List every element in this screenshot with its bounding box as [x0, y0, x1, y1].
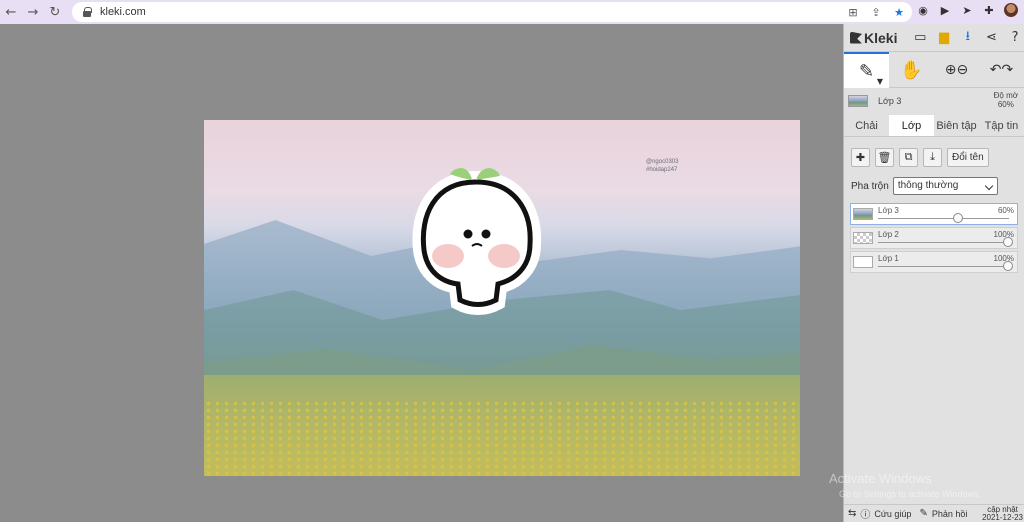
- opacity-slider-track[interactable]: [878, 266, 1009, 267]
- address-bar[interactable]: kleki.com ⊞ ⇪ ★: [72, 2, 912, 22]
- brush-icon: ✎: [858, 60, 875, 82]
- layer-item-3[interactable]: Lớp 3 60%: [850, 203, 1018, 225]
- tab-brush[interactable]: Chải: [844, 115, 889, 136]
- swap-side-icon[interactable]: ⇆: [848, 508, 856, 519]
- layer-opacity: 60%: [997, 206, 1014, 215]
- layer-list: Lớp 3 60% Lớp 2 100% Lớp 1 100%: [844, 203, 1024, 273]
- share-icon[interactable]: ⋖: [983, 29, 1001, 47]
- opacity-slider-track[interactable]: [878, 242, 1009, 243]
- back-icon[interactable]: ←: [0, 0, 22, 24]
- translate-icon[interactable]: ⊞: [846, 5, 860, 19]
- feedback-link[interactable]: Phản hồi: [932, 509, 968, 519]
- panel-footer: ⇆ ⓘ Cứu giúp ✎ Phản hồi cập nhật 2021-12…: [844, 504, 1024, 522]
- extension-cookie-icon[interactable]: ◉: [916, 3, 930, 17]
- duplicate-layer-button[interactable]: ⧉: [899, 147, 918, 167]
- opacity-value: 60%: [997, 100, 1014, 109]
- kleki-logo-icon: [850, 31, 862, 44]
- zoom-tools[interactable]: ⊕⊖: [934, 52, 979, 88]
- layer-name: Lớp 2: [878, 230, 899, 239]
- update-info[interactable]: cập nhật 2021-12-23: [982, 506, 1023, 522]
- browser-toolbar: ← → ↻ kleki.com ⊞ ⇪ ★ ◉ ▶ ➤ ✚ ⋮: [0, 0, 1024, 24]
- windows-activation-title: Activate Windows: [829, 471, 932, 486]
- kleki-logo: Kleki: [850, 30, 897, 46]
- canvas-watermark: @ngoc0303 #hoidap247: [646, 158, 678, 174]
- extension-cursor-icon[interactable]: ➤: [960, 3, 974, 17]
- undo-redo-tools[interactable]: ↶↷: [979, 52, 1024, 88]
- opacity-slider-handle[interactable]: [1003, 261, 1013, 271]
- drawing-canvas[interactable]: @ngoc0303 #hoidap247: [204, 120, 800, 476]
- layer-name: Lớp 3: [878, 206, 899, 215]
- tab-edit[interactable]: Biên tập: [934, 115, 979, 136]
- opacity-label: Độ mờ: [993, 91, 1018, 100]
- share-icon[interactable]: ⇪: [869, 5, 883, 19]
- opacity-slider-handle[interactable]: [1003, 237, 1013, 247]
- bookmark-star-icon[interactable]: ★: [892, 5, 906, 19]
- lock-icon: [82, 7, 92, 17]
- watermark-line-2: #hoidap247: [646, 167, 678, 173]
- update-date: 2021-12-23: [982, 513, 1023, 522]
- brush-tool[interactable]: ✎ ▼: [844, 52, 889, 88]
- forward-icon[interactable]: →: [22, 0, 44, 24]
- url-text: kleki.com: [100, 6, 146, 18]
- layer-thumbnail: [853, 256, 873, 268]
- blend-mode-label: Pha trộn: [851, 180, 889, 192]
- tab-layers[interactable]: Lớp: [889, 115, 934, 136]
- help-icon[interactable]: ?: [1006, 29, 1024, 47]
- undo-redo-icon: ↶↷: [989, 62, 1014, 78]
- hand-icon: ✋: [900, 59, 923, 81]
- new-image-icon[interactable]: ▭: [911, 29, 929, 47]
- layer-actions: ✚ 🗑 ⧉ ⤓ Đổi tên: [844, 139, 1024, 175]
- kleki-side-panel: Kleki ▭ ▆ ⭳ ⋖ ? ✎ ▼ ✋ ⊕⊖ ↶↷ Lớp 3 Độ mờ …: [843, 24, 1024, 522]
- help-circle-icon[interactable]: ⓘ: [860, 506, 870, 521]
- flower-field: [204, 400, 800, 476]
- panel-tabs: Chải Lớp Biên tập Tập tin: [844, 115, 1024, 137]
- extensions-puzzle-icon[interactable]: ✚: [982, 3, 996, 17]
- layer-name: Lớp 1: [878, 254, 899, 263]
- sprout-character-sticker: [412, 168, 542, 315]
- download-icon[interactable]: ⭳: [959, 29, 977, 47]
- layer-thumbnail: [853, 208, 873, 220]
- watermark-line-1: @ngoc0303: [646, 159, 679, 165]
- opacity-slider-track[interactable]: [878, 218, 1009, 219]
- current-layer-name: Lớp 3: [878, 96, 902, 106]
- canvas-workspace[interactable]: @ngoc0303 #hoidap247: [0, 24, 843, 522]
- windows-activation-subtitle: Go to Settings to activate Windows.: [839, 489, 982, 499]
- zoom-in-out-icon: ⊕⊖: [944, 62, 969, 78]
- add-layer-button[interactable]: ✚: [851, 147, 870, 167]
- blend-mode-row: Pha trộn thông thường: [844, 175, 1024, 197]
- profile-avatar[interactable]: [1004, 3, 1018, 17]
- rename-layer-button[interactable]: Đổi tên: [947, 147, 989, 167]
- current-layer-info: Lớp 3 Độ mờ 60%: [844, 88, 1024, 114]
- layer-item-1[interactable]: Lớp 1 100%: [850, 251, 1018, 273]
- current-layer-opacity: Độ mờ 60%: [994, 91, 1018, 109]
- help-link[interactable]: Cứu giúp: [874, 509, 911, 519]
- merge-down-button[interactable]: ⤓: [923, 147, 942, 167]
- opacity-slider-handle[interactable]: [953, 213, 963, 223]
- save-icon[interactable]: ▆: [935, 29, 953, 47]
- extension-flag-icon[interactable]: ▶: [938, 3, 952, 17]
- tab-file[interactable]: Tập tin: [979, 115, 1024, 136]
- hand-tool[interactable]: ✋: [889, 52, 934, 88]
- delete-layer-button[interactable]: 🗑: [875, 147, 894, 167]
- layer-item-2[interactable]: Lớp 2 100%: [850, 227, 1018, 249]
- app-topbar: Kleki ▭ ▆ ⭳ ⋖ ?: [844, 24, 1024, 52]
- layer-thumbnail: [853, 232, 873, 244]
- current-layer-thumbnail: [848, 95, 868, 107]
- feedback-icon[interactable]: ✎: [919, 508, 927, 519]
- blend-mode-select[interactable]: thông thường: [892, 177, 998, 195]
- reload-icon[interactable]: ↻: [44, 0, 66, 24]
- tool-row: ✎ ▼ ✋ ⊕⊖ ↶↷: [844, 52, 1024, 88]
- app-name: Kleki: [864, 29, 898, 46]
- chevron-down-icon[interactable]: ▼: [877, 77, 883, 86]
